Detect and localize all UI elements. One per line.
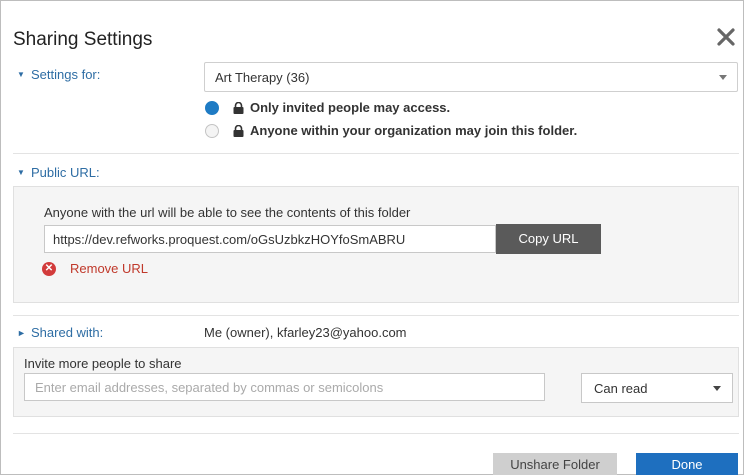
divider (13, 153, 739, 154)
public-url-field[interactable]: https://dev.refworks.proquest.com/oGsUzb… (44, 225, 496, 253)
copy-url-button[interactable]: Copy URL (496, 224, 601, 254)
folder-select-value: Art Therapy (36) (215, 70, 310, 85)
shared-with-label: Shared with: (31, 325, 104, 340)
access-option-organization[interactable]: Anyone within your organization may join… (205, 123, 577, 138)
invite-panel: Invite more people to share Can read (13, 347, 739, 417)
public-url-label: Public URL: (31, 165, 100, 180)
dialog-title: Sharing Settings (13, 29, 153, 50)
chevron-down-icon (719, 75, 727, 80)
access-option-invited-label: Only invited people may access. (250, 100, 451, 115)
public-url-toggle[interactable]: ▼ Public URL: (17, 165, 100, 180)
unshare-folder-button[interactable]: Unshare Folder (493, 453, 617, 475)
triangle-down-icon: ▼ (17, 168, 25, 177)
triangle-down-icon: ▼ (17, 70, 25, 79)
access-option-organization-label: Anyone within your organization may join… (250, 123, 578, 138)
public-url-caption: Anyone with the url will be able to see … (44, 205, 411, 220)
sharing-settings-dialog: Sharing Settings ▼ Settings for: Art The… (0, 0, 744, 475)
remove-circle-icon: ✕ (42, 261, 56, 276)
invite-email-input[interactable] (24, 373, 545, 401)
remove-url-label: Remove URL (70, 261, 149, 276)
shared-with-value: Me (owner), kfarley23@yahoo.com (204, 325, 407, 340)
footer-divider (13, 433, 739, 434)
lock-icon (233, 101, 244, 114)
settings-for-label: Settings for: (31, 67, 101, 82)
divider (13, 315, 739, 316)
public-url-panel: Anyone with the url will be able to see … (13, 186, 739, 303)
shared-with-toggle[interactable]: ► Shared with: (17, 325, 103, 340)
chevron-down-icon (713, 386, 721, 391)
radio-organization[interactable] (205, 123, 219, 138)
access-option-invited[interactable]: Only invited people may access. (205, 100, 450, 115)
permission-select-value: Can read (594, 381, 648, 396)
folder-select[interactable]: Art Therapy (36) (204, 62, 738, 92)
lock-icon (233, 124, 244, 137)
remove-url-link[interactable]: ✕ Remove URL (42, 261, 148, 276)
done-button[interactable]: Done (636, 453, 738, 475)
radio-invited[interactable] (205, 100, 219, 115)
close-icon[interactable] (715, 26, 737, 48)
settings-for-toggle[interactable]: ▼ Settings for: (17, 67, 100, 82)
invite-title: Invite more people to share (24, 356, 182, 371)
triangle-right-icon: ► (17, 327, 26, 338)
permission-select[interactable]: Can read (581, 373, 733, 403)
